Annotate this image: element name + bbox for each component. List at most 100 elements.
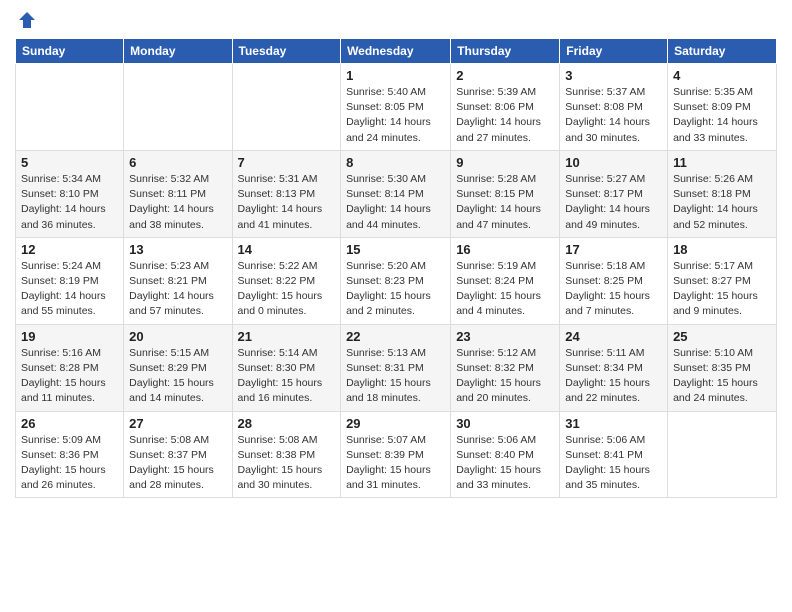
day-number: 10: [565, 155, 662, 170]
day-info: Sunrise: 5:26 AMSunset: 8:18 PMDaylight:…: [673, 172, 771, 233]
day-number: 29: [346, 416, 445, 431]
header-thursday: Thursday: [451, 39, 560, 64]
header-tuesday: Tuesday: [232, 39, 341, 64]
header-sunday: Sunday: [16, 39, 124, 64]
header-friday: Friday: [560, 39, 668, 64]
calendar-cell-0-1: [124, 64, 232, 151]
day-info: Sunrise: 5:28 AMSunset: 8:15 PMDaylight:…: [456, 172, 554, 233]
day-number: 12: [21, 242, 118, 257]
day-number: 22: [346, 329, 445, 344]
day-number: 15: [346, 242, 445, 257]
header-wednesday: Wednesday: [341, 39, 451, 64]
calendar-cell-1-3: 8 Sunrise: 5:30 AMSunset: 8:14 PMDaylight…: [341, 150, 451, 237]
calendar-cell-0-5: 3 Sunrise: 5:37 AMSunset: 8:08 PMDaylight…: [560, 64, 668, 151]
week-row-4: 26 Sunrise: 5:09 AMSunset: 8:36 PMDayligh…: [16, 411, 777, 498]
calendar-cell-1-0: 5 Sunrise: 5:34 AMSunset: 8:10 PMDaylight…: [16, 150, 124, 237]
calendar-cell-0-6: 4Sunrise: 5:35 AMSunset: 8:09 PMDaylight…: [668, 64, 777, 151]
day-info: Sunrise: 5:22 AMSunset: 8:22 PMDaylight:…: [238, 259, 336, 320]
day-info: Sunrise: 5:07 AMSunset: 8:39 PMDaylight:…: [346, 433, 445, 494]
day-number: 2: [456, 68, 554, 83]
day-info: Sunrise: 5:20 AMSunset: 8:23 PMDaylight:…: [346, 259, 445, 320]
day-number: 9: [456, 155, 554, 170]
calendar-table: Sunday Monday Tuesday Wednesday Thursday…: [15, 38, 777, 498]
page: Sunday Monday Tuesday Wednesday Thursday…: [0, 0, 792, 508]
day-info: Sunrise: 5:15 AMSunset: 8:29 PMDaylight:…: [129, 346, 226, 407]
calendar-cell-1-5: 10Sunrise: 5:27 AMSunset: 8:17 PMDayligh…: [560, 150, 668, 237]
logo-icon: [17, 10, 37, 30]
weekday-header-row: Sunday Monday Tuesday Wednesday Thursday…: [16, 39, 777, 64]
calendar-cell-4-5: 31 Sunrise: 5:06 AMSunset: 8:41 PMDayligh…: [560, 411, 668, 498]
day-number: 18: [673, 242, 771, 257]
day-number: 5: [21, 155, 118, 170]
calendar-cell-4-3: 29 Sunrise: 5:07 AMSunset: 8:39 PMDayligh…: [341, 411, 451, 498]
calendar-cell-0-0: [16, 64, 124, 151]
day-number: 21: [238, 329, 336, 344]
day-number: 24: [565, 329, 662, 344]
day-info: Sunrise: 5:11 AMSunset: 8:34 PMDaylight:…: [565, 346, 662, 407]
day-info: Sunrise: 5:24 AMSunset: 8:19 PMDaylight:…: [21, 259, 118, 320]
day-info: Sunrise: 5:39 AMSunset: 8:06 PMDaylight:…: [456, 85, 554, 146]
day-info: Sunrise: 5:17 AMSunset: 8:27 PMDaylight:…: [673, 259, 771, 320]
day-info: Sunrise: 5:16 AMSunset: 8:28 PMDaylight:…: [21, 346, 118, 407]
day-info: Sunrise: 5:12 AMSunset: 8:32 PMDaylight:…: [456, 346, 554, 407]
day-number: 13: [129, 242, 226, 257]
calendar-cell-0-3: 1 Sunrise: 5:40 AMSunset: 8:05 PMDaylight…: [341, 64, 451, 151]
calendar-cell-3-6: 25Sunrise: 5:10 AMSunset: 8:35 PMDayligh…: [668, 324, 777, 411]
calendar-cell-3-1: 20 Sunrise: 5:15 AMSunset: 8:29 PMDayligh…: [124, 324, 232, 411]
day-info: Sunrise: 5:32 AMSunset: 8:11 PMDaylight:…: [129, 172, 226, 233]
header-monday: Monday: [124, 39, 232, 64]
day-info: Sunrise: 5:30 AMSunset: 8:14 PMDaylight:…: [346, 172, 445, 233]
day-number: 3: [565, 68, 662, 83]
calendar-cell-4-0: 26 Sunrise: 5:09 AMSunset: 8:36 PMDayligh…: [16, 411, 124, 498]
calendar-cell-3-0: 19 Sunrise: 5:16 AMSunset: 8:28 PMDayligh…: [16, 324, 124, 411]
header-saturday: Saturday: [668, 39, 777, 64]
day-info: Sunrise: 5:13 AMSunset: 8:31 PMDaylight:…: [346, 346, 445, 407]
calendar-cell-2-0: 12 Sunrise: 5:24 AMSunset: 8:19 PMDayligh…: [16, 237, 124, 324]
calendar-cell-3-3: 22 Sunrise: 5:13 AMSunset: 8:31 PMDayligh…: [341, 324, 451, 411]
day-number: 27: [129, 416, 226, 431]
day-info: Sunrise: 5:34 AMSunset: 8:10 PMDaylight:…: [21, 172, 118, 233]
day-info: Sunrise: 5:09 AMSunset: 8:36 PMDaylight:…: [21, 433, 118, 494]
day-info: Sunrise: 5:37 AMSunset: 8:08 PMDaylight:…: [565, 85, 662, 146]
day-number: 1: [346, 68, 445, 83]
day-info: Sunrise: 5:08 AMSunset: 8:37 PMDaylight:…: [129, 433, 226, 494]
calendar-cell-2-6: 18 Sunrise: 5:17 AMSunset: 8:27 PMDayligh…: [668, 237, 777, 324]
day-info: Sunrise: 5:19 AMSunset: 8:24 PMDaylight:…: [456, 259, 554, 320]
day-info: Sunrise: 5:08 AMSunset: 8:38 PMDaylight:…: [238, 433, 336, 494]
day-info: Sunrise: 5:06 AMSunset: 8:41 PMDaylight:…: [565, 433, 662, 494]
calendar-cell-2-4: 16Sunrise: 5:19 AMSunset: 8:24 PMDayligh…: [451, 237, 560, 324]
calendar-cell-1-4: 9 Sunrise: 5:28 AMSunset: 8:15 PMDaylight…: [451, 150, 560, 237]
calendar-cell-0-2: [232, 64, 341, 151]
calendar-cell-2-3: 15 Sunrise: 5:20 AMSunset: 8:23 PMDayligh…: [341, 237, 451, 324]
header: [15, 10, 777, 30]
day-number: 30: [456, 416, 554, 431]
day-number: 31: [565, 416, 662, 431]
day-number: 7: [238, 155, 336, 170]
day-info: Sunrise: 5:14 AMSunset: 8:30 PMDaylight:…: [238, 346, 336, 407]
day-number: 11: [673, 155, 771, 170]
calendar-cell-4-2: 28Sunrise: 5:08 AMSunset: 8:38 PMDayligh…: [232, 411, 341, 498]
day-number: 26: [21, 416, 118, 431]
calendar-cell-1-6: 11 Sunrise: 5:26 AMSunset: 8:18 PMDayligh…: [668, 150, 777, 237]
calendar-cell-0-4: 2 Sunrise: 5:39 AMSunset: 8:06 PMDaylight…: [451, 64, 560, 151]
calendar-cell-3-5: 24 Sunrise: 5:11 AMSunset: 8:34 PMDayligh…: [560, 324, 668, 411]
calendar-cell-3-4: 23Sunrise: 5:12 AMSunset: 8:32 PMDayligh…: [451, 324, 560, 411]
calendar-cell-2-5: 17Sunrise: 5:18 AMSunset: 8:25 PMDayligh…: [560, 237, 668, 324]
day-info: Sunrise: 5:40 AMSunset: 8:05 PMDaylight:…: [346, 85, 445, 146]
calendar-cell-1-2: 7 Sunrise: 5:31 AMSunset: 8:13 PMDaylight…: [232, 150, 341, 237]
week-row-2: 12 Sunrise: 5:24 AMSunset: 8:19 PMDayligh…: [16, 237, 777, 324]
day-number: 20: [129, 329, 226, 344]
logo: [15, 10, 37, 30]
day-info: Sunrise: 5:35 AMSunset: 8:09 PMDaylight:…: [673, 85, 771, 146]
week-row-3: 19 Sunrise: 5:16 AMSunset: 8:28 PMDayligh…: [16, 324, 777, 411]
day-info: Sunrise: 5:10 AMSunset: 8:35 PMDaylight:…: [673, 346, 771, 407]
day-number: 17: [565, 242, 662, 257]
day-number: 14: [238, 242, 336, 257]
week-row-0: 1 Sunrise: 5:40 AMSunset: 8:05 PMDaylight…: [16, 64, 777, 151]
day-number: 8: [346, 155, 445, 170]
calendar-cell-4-6: [668, 411, 777, 498]
day-info: Sunrise: 5:31 AMSunset: 8:13 PMDaylight:…: [238, 172, 336, 233]
day-number: 19: [21, 329, 118, 344]
day-info: Sunrise: 5:23 AMSunset: 8:21 PMDaylight:…: [129, 259, 226, 320]
calendar-cell-2-2: 14 Sunrise: 5:22 AMSunset: 8:22 PMDayligh…: [232, 237, 341, 324]
